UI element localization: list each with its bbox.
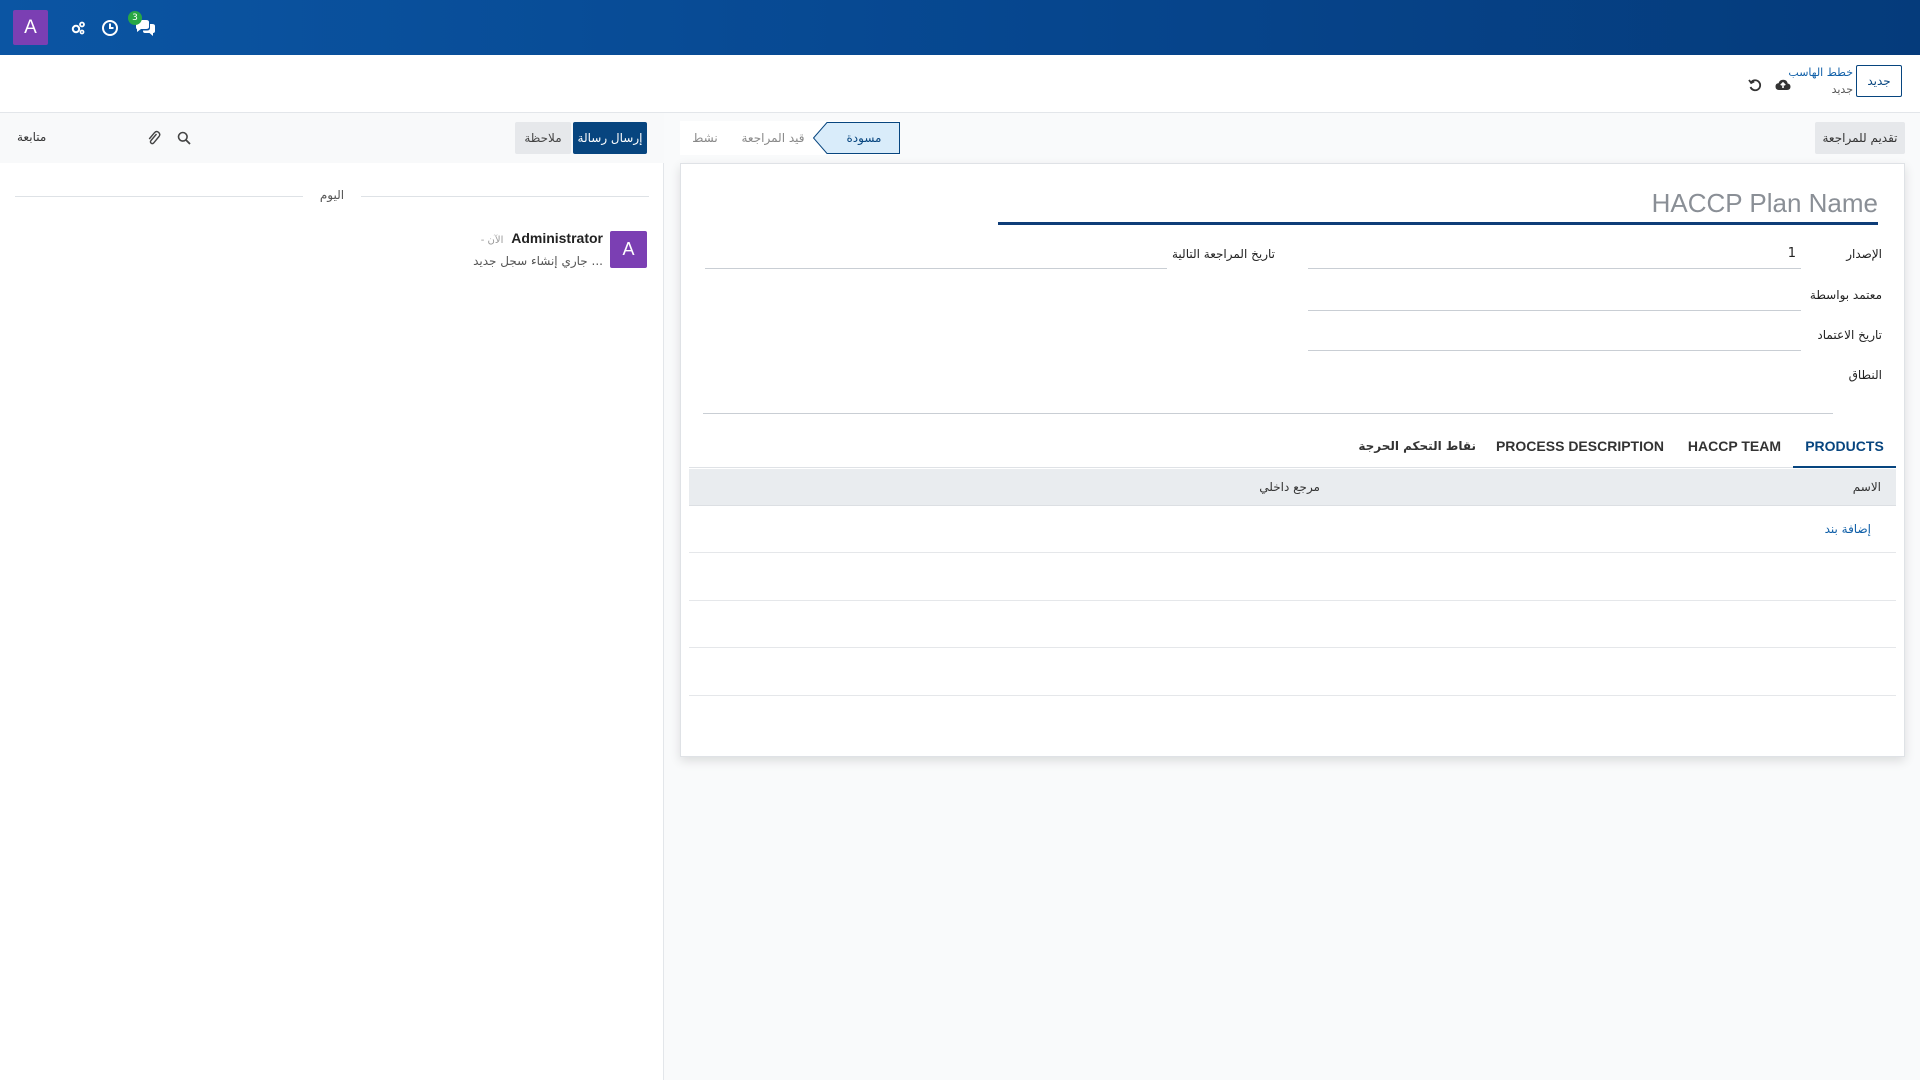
form-statusbar: تقديم للمراجعة نشط قيد المراجعة مسودة: [680, 113, 1905, 163]
table-row: [689, 601, 1896, 648]
add-line-link[interactable]: إضافة بند: [1825, 522, 1871, 536]
date-separator: اليوم: [15, 188, 649, 204]
version-value: 1: [1787, 246, 1796, 261]
top-navbar: A 3: [0, 0, 1920, 55]
stage-bar: نشط قيد المراجعة مسودة: [680, 121, 900, 155]
tab-critical-control-points[interactable]: نقاط التحكم الحرجة: [1358, 428, 1476, 468]
follow-button[interactable]: متابعة: [17, 130, 46, 144]
chat-icon[interactable]: 3: [128, 10, 157, 37]
table-row: [689, 649, 1896, 696]
log-note-button[interactable]: ملاحظة: [515, 122, 571, 154]
column-header-name[interactable]: الاسم: [1853, 480, 1881, 494]
paperclip-icon[interactable]: [146, 130, 162, 146]
clock-icon[interactable]: [101, 19, 119, 37]
table-row: [689, 554, 1896, 601]
chatter-toolbar: إرسال رسالة ملاحظة متابعة: [0, 113, 664, 163]
next-review-date-field[interactable]: [705, 268, 1167, 269]
scope-label: النطاق: [1848, 368, 1882, 382]
form-tabs: PRODUCTS HACCP TEAM PROCESS DESCRIPTION …: [689, 428, 1896, 468]
control-panel: جديد خطط الهاسب جديد: [0, 55, 1920, 113]
date-separator-label: اليوم: [319, 188, 345, 202]
next-review-date-label: تاريخ المراجعة التالية: [1171, 247, 1275, 261]
scope-field[interactable]: [703, 413, 1833, 414]
settings-icon[interactable]: [69, 19, 87, 37]
approved-by-label: معتمد بواسطة: [1809, 288, 1882, 302]
plan-name-placeholder: HACCP Plan Name: [1651, 188, 1878, 218]
breadcrumb-parent-link[interactable]: خطط الهاسب: [1788, 64, 1853, 81]
tab-products[interactable]: PRODUCTS: [1793, 428, 1896, 468]
message-body: جاري إنشاء سجل جديد ...: [473, 254, 603, 268]
version-field[interactable]: [1308, 268, 1801, 269]
breadcrumb: خطط الهاسب جديد: [1788, 64, 1853, 98]
message-author-avatar[interactable]: A: [610, 231, 647, 268]
version-label: الإصدار: [1846, 247, 1882, 261]
new-button[interactable]: جديد: [1856, 65, 1902, 97]
products-table-header: الاسم مرجع داخلي: [689, 469, 1896, 506]
stage-active-state[interactable]: نشط: [680, 121, 730, 155]
message-time: - الآن: [480, 235, 504, 246]
breadcrumb-current: جديد: [1831, 83, 1853, 96]
approved-by-field[interactable]: [1308, 310, 1801, 311]
messages-badge: 3: [128, 10, 142, 25]
table-row: إضافة بند: [689, 506, 1896, 553]
column-header-internal-reference[interactable]: مرجع داخلي: [1259, 480, 1320, 494]
stage-under-review[interactable]: قيد المراجعة: [732, 121, 814, 155]
approval-date-label: تاريخ الاعتماد: [1817, 328, 1882, 342]
discard-icon[interactable]: [1747, 77, 1763, 93]
cloud-save-icon[interactable]: [1775, 77, 1791, 93]
submit-for-review-button[interactable]: تقديم للمراجعة: [1815, 122, 1905, 154]
tab-process-description[interactable]: PROCESS DESCRIPTION: [1496, 428, 1664, 468]
search-icon[interactable]: [176, 130, 192, 146]
message-author[interactable]: Administrator: [511, 230, 603, 246]
chatter-panel: إرسال رسالة ملاحظة متابعة اليوم A - الآن…: [0, 113, 664, 1080]
send-message-button[interactable]: إرسال رسالة: [573, 122, 647, 154]
stage-draft[interactable]: مسودة: [813, 122, 900, 154]
plan-name-input[interactable]: HACCP Plan Name: [998, 188, 1878, 225]
tab-haccp-team[interactable]: HACCP TEAM: [1688, 428, 1781, 468]
message-header: - الآن Administrator: [481, 230, 603, 246]
user-avatar[interactable]: A: [13, 10, 48, 45]
form-sheet: HACCP Plan Name الإصدار 1 معتمد بواسطة ت…: [680, 163, 1905, 757]
approval-date-field[interactable]: [1308, 350, 1801, 351]
